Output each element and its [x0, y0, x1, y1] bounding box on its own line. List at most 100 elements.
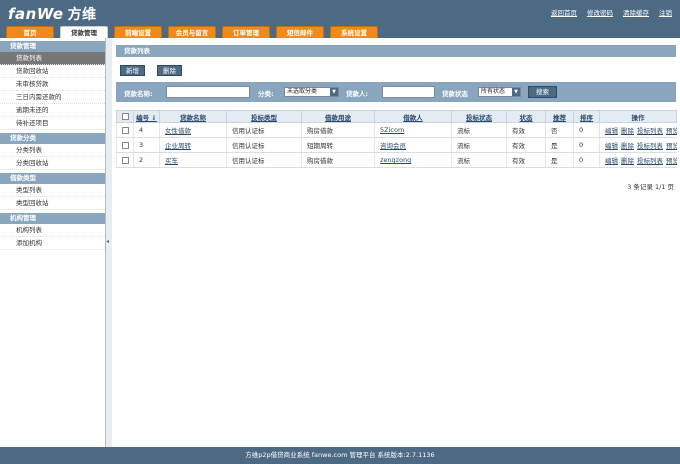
cell-recommend: 否 — [545, 122, 574, 138]
link-home[interactable]: 返回首页 — [551, 7, 577, 17]
cell-bid-type: 信用认证标 — [226, 137, 302, 153]
sidebar-item-unreviewed[interactable]: 未审核贷款 — [0, 78, 105, 91]
sidebar-item-category-list[interactable]: 分类列表 — [0, 144, 105, 157]
search-bar: 贷款名称: 分类: 未选取分类 ▼ 贷款人: 贷款状态 所有状态 ▼ 搜索 — [116, 82, 676, 102]
sidebar-item-add-institution[interactable]: 添加机构 — [0, 237, 105, 250]
bid-list-link[interactable]: 投标列表 — [637, 157, 663, 165]
pagination-info: 3 条记录 1/1 页 — [627, 183, 674, 191]
header-purpose[interactable]: 借款用途 — [301, 110, 375, 123]
cell-bid-type: 信用认证标 — [226, 152, 302, 168]
chevron-down-icon: ▼ — [512, 88, 520, 96]
category-label: 分类: — [258, 90, 274, 98]
delete-link[interactable]: 删除 — [621, 157, 634, 165]
sidebar-group-types: 借款类型 — [0, 173, 105, 184]
sidebar-item-type-list[interactable]: 类型列表 — [0, 184, 105, 197]
cell-borrower[interactable]: 5Zicom — [374, 122, 452, 138]
footer: 方维p2p借贷商业系统 fanwe.com 管理平台 系统版本:2.7.1136 — [0, 447, 680, 464]
chevron-down-icon: ▼ — [330, 88, 338, 96]
tab-loan-management[interactable]: 贷款管理 — [60, 26, 108, 38]
status-select[interactable]: 所有状态 ▼ — [478, 87, 521, 97]
cell-recommend: 是 — [545, 152, 574, 168]
link-logout[interactable]: 注销 — [659, 7, 672, 17]
panel-title: 贷款列表 — [116, 45, 676, 57]
tab-home[interactable]: 首页 — [6, 26, 54, 38]
header-borrower[interactable]: 借款人 — [374, 110, 452, 123]
tab-frontend-settings[interactable]: 前端设置 — [114, 26, 162, 38]
cell-id: 3 — [133, 137, 160, 153]
cell-status: 有效 — [506, 152, 546, 168]
header-sort[interactable]: 排序 — [573, 110, 600, 123]
category-select[interactable]: 未选取分类 ▼ — [284, 87, 339, 97]
table-row: 3 企业周转 信用认证标 短期周转 咨询会员 流标 有效 是 0 编辑 删除 投标列… — [116, 137, 677, 153]
select-all-checkbox[interactable] — [116, 110, 134, 123]
sidebar-item-institution-list[interactable]: 机构列表 — [0, 224, 105, 237]
header-bid-status[interactable]: 投标状态 — [451, 110, 507, 123]
link-clear-cache[interactable]: 清除缓存 — [623, 7, 649, 17]
header-name[interactable]: 贷款名称 — [159, 110, 227, 123]
sidebar-item-category-recycle[interactable]: 分类回收站 — [0, 157, 105, 170]
cell-name[interactable]: 女性借款 — [159, 122, 227, 138]
main-nav-tabs: 首页 贷款管理 前端设置 会员与留言 订单管理 短信邮件 系统设置 — [6, 26, 384, 38]
sidebar-item-overdue[interactable]: 逾期未还的 — [0, 104, 105, 117]
top-links: 返回首页 修改密码 清除缓存 注销 — [551, 7, 672, 17]
header-status[interactable]: 状态 — [506, 110, 546, 123]
tab-sms-email[interactable]: 短信邮件 — [276, 26, 324, 38]
sidebar-group-institutions: 机构管理 — [0, 213, 105, 224]
cell-recommend: 是 — [545, 137, 574, 153]
tab-members-messages[interactable]: 会员与留言 — [168, 26, 216, 38]
sidebar-group-loans: 贷款管理 — [0, 41, 105, 52]
preview-link[interactable]: 预览 — [666, 142, 677, 150]
loan-name-input[interactable] — [166, 86, 250, 98]
cell-id: 4 — [133, 122, 160, 138]
sidebar-item-loan-recycle[interactable]: 贷款回收站 — [0, 65, 105, 78]
cell-bid-status: 流标 — [451, 137, 507, 153]
borrower-input[interactable] — [382, 86, 435, 98]
header-recommend[interactable]: 推荐 — [545, 110, 574, 123]
sidebar-item-pending-repay[interactable]: 待补还项目 — [0, 117, 105, 130]
cell-actions: 编辑删除投标列表预览 — [599, 137, 677, 153]
sort-arrow-icon: ⇃ — [149, 113, 157, 122]
add-button[interactable]: 新增 — [120, 65, 145, 76]
link-change-password[interactable]: 修改密码 — [587, 7, 613, 17]
borrower-label: 贷款人: — [346, 90, 369, 98]
cell-sort: 0 — [573, 152, 600, 168]
header-bid-type[interactable]: 投标类型 — [226, 110, 302, 123]
row-checkbox[interactable] — [116, 137, 134, 153]
status-label: 贷款状态 — [442, 90, 468, 98]
cell-sort: 0 — [573, 122, 600, 138]
search-button[interactable]: 搜索 — [528, 86, 557, 98]
cell-name[interactable]: 企业周转 — [159, 137, 227, 153]
sidebar-group-categories: 贷款分类 — [0, 133, 105, 144]
bid-list-link[interactable]: 投标列表 — [637, 127, 663, 135]
edit-link[interactable]: 编辑 — [605, 142, 618, 150]
row-checkbox[interactable] — [116, 122, 134, 138]
cell-borrower[interactable]: 咨询会员 — [374, 137, 452, 153]
cell-status: 有效 — [506, 122, 546, 138]
delete-link[interactable]: 删除 — [621, 142, 634, 150]
cell-borrower[interactable]: zengzong — [374, 152, 452, 168]
logo: fanWe 方维 — [8, 5, 97, 23]
sidebar-item-due-3-days[interactable]: 三日内需还款的 — [0, 91, 105, 104]
bid-list-link[interactable]: 投标列表 — [637, 142, 663, 150]
sidebar: 贷款管理 贷款列表 贷款回收站 未审核贷款 三日内需还款的 逾期未还的 待补还项… — [0, 38, 106, 447]
cell-sort: 0 — [573, 137, 600, 153]
preview-link[interactable]: 预览 — [666, 127, 677, 135]
cell-bid-status: 流标 — [451, 152, 507, 168]
edit-link[interactable]: 编辑 — [605, 127, 618, 135]
tab-orders[interactable]: 订单管理 — [222, 26, 270, 38]
row-checkbox[interactable] — [116, 152, 134, 168]
loan-name-label: 贷款名称: — [124, 90, 153, 98]
cell-id: 2 — [133, 152, 160, 168]
sidebar-item-loan-list[interactable]: 贷款列表 — [0, 52, 105, 65]
header-id[interactable]: 编号 ⇃ — [133, 110, 160, 123]
preview-link[interactable]: 预览 — [666, 157, 677, 165]
tab-system-settings[interactable]: 系统设置 — [330, 26, 378, 38]
sidebar-collapse-icon[interactable]: ◂ — [106, 238, 110, 248]
cell-status: 有效 — [506, 137, 546, 153]
delete-link[interactable]: 删除 — [621, 127, 634, 135]
edit-link[interactable]: 编辑 — [605, 157, 618, 165]
cell-purpose: 购房借款 — [301, 122, 375, 138]
cell-name[interactable]: 买车 — [159, 152, 227, 168]
delete-button[interactable]: 删除 — [157, 65, 182, 76]
sidebar-item-type-recycle[interactable]: 类型回收站 — [0, 197, 105, 210]
